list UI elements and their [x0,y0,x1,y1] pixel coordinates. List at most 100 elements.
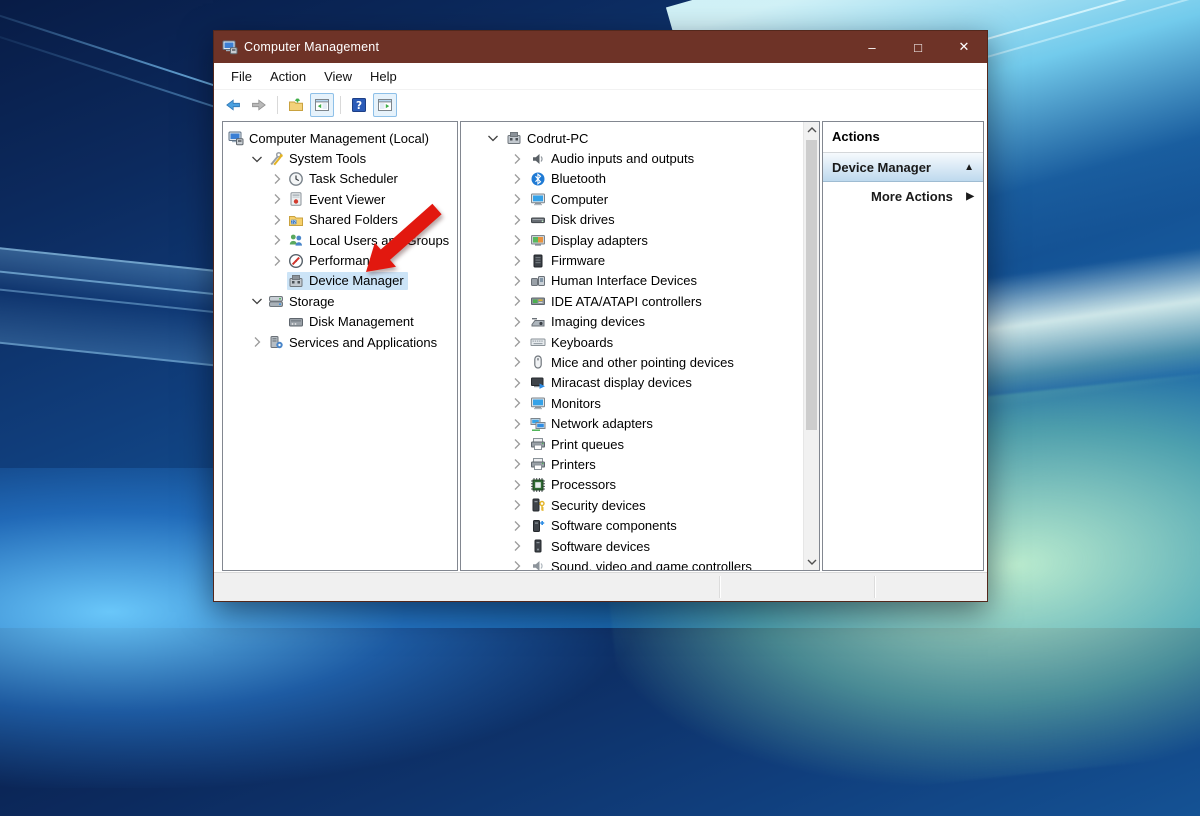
chevron-right-icon[interactable] [505,375,529,391]
chevron-right-icon[interactable] [505,191,529,207]
tree-item-print-queues[interactable]: Print queues [461,434,803,454]
chevron-right-icon[interactable] [505,477,529,493]
tree-item-keyboards[interactable]: Keyboards [461,332,803,352]
show-action-pane-button[interactable] [373,93,397,117]
minimize-button[interactable]: – [849,31,895,63]
chevron-right-icon[interactable] [505,314,529,330]
menu-action[interactable]: Action [261,69,315,84]
tree-item-miracast-display-devices[interactable]: Miracast display devices [461,373,803,393]
forward-arrow-button[interactable] [247,93,271,117]
tree-item-system-tools[interactable]: System Tools [223,148,457,168]
tree-item-sound-video-and-game-controllers[interactable]: Sound, video and game controllers [461,556,803,571]
imaging-icon [530,314,546,330]
actions-pane-title: Actions [823,122,983,153]
tree-item-device-manager[interactable]: Device Manager [223,271,457,291]
show-console-tree-button[interactable] [310,93,334,117]
chevron-right-icon[interactable] [505,538,529,554]
chevron-right-icon[interactable] [505,456,529,472]
scroll-up-button[interactable] [804,122,819,138]
tree-item-audio-inputs-and-outputs[interactable]: Audio inputs and outputs [461,148,803,168]
actions-group-device-manager[interactable]: Device Manager ▲ [823,153,983,182]
back-arrow-button[interactable] [221,93,245,117]
chevron-down-icon[interactable] [247,151,267,167]
console-workspace: Computer Management (Local)System ToolsT… [214,119,987,571]
scroll-down-icon [804,554,820,570]
keyboard-icon [530,334,546,350]
menu-view[interactable]: View [315,69,361,84]
vertical-scrollbar[interactable] [803,122,819,570]
tree-item-disk-drives[interactable]: Disk drives [461,210,803,230]
tree-item-disk-management[interactable]: Disk Management [223,312,457,332]
menu-help[interactable]: Help [361,69,406,84]
tree-item-display-adapters[interactable]: Display adapters [461,230,803,250]
chevron-right-icon[interactable] [505,558,529,571]
export-list-button[interactable] [284,93,308,117]
help-button[interactable]: ? [347,93,371,117]
chevron-right-icon[interactable] [267,191,287,207]
chevron-right-icon[interactable] [505,436,529,452]
tree-item-label: Processors [551,477,616,492]
menu-file[interactable]: File [222,69,261,84]
window-controls: – □ ✕ [849,31,987,63]
tree-item-bluetooth[interactable]: Bluetooth [461,169,803,189]
printer-icon [530,456,546,472]
tree-item-event-viewer[interactable]: Event Viewer [223,189,457,209]
chevron-right-icon[interactable] [505,171,529,187]
tree-item-monitors[interactable]: Monitors [461,393,803,413]
chevron-right-icon[interactable] [505,212,529,228]
chevron-right-icon[interactable] [267,212,287,228]
more-actions-item[interactable]: More Actions ▶ [823,182,983,210]
tree-item-label: Mice and other pointing devices [551,355,734,370]
tree-item-services-and-applications[interactable]: Services and Applications [223,332,457,352]
tree-item-software-devices[interactable]: Software devices [461,536,803,556]
tree-item-processors[interactable]: Processors [461,475,803,495]
device-list-pane: Codrut-PCAudio inputs and outputsBluetoo… [460,121,820,571]
chevron-right-icon[interactable] [267,253,287,269]
tree-item-performance[interactable]: Performance [223,250,457,270]
tree-item-software-components[interactable]: Software components [461,515,803,535]
chevron-right-icon[interactable] [505,232,529,248]
chevron-right-icon[interactable] [267,171,287,187]
tree-item-printers[interactable]: Printers [461,454,803,474]
chevron-right-icon[interactable] [505,497,529,513]
scroll-down-button[interactable] [804,554,819,570]
tree-item-security-devices[interactable]: Security devices [461,495,803,515]
chevron-right-icon[interactable] [505,151,529,167]
chevron-right-icon[interactable] [505,253,529,269]
chevron-right-icon[interactable] [267,232,287,248]
tree-item-mice-and-other-pointing-devices[interactable]: Mice and other pointing devices [461,352,803,372]
chevron-right-icon[interactable] [505,395,529,411]
expander-spacer [267,314,287,330]
chevron-right-icon[interactable] [505,416,529,432]
close-button[interactable]: ✕ [941,31,987,63]
monitor-icon [530,395,546,411]
scrollbar-thumb[interactable] [806,140,817,430]
collapse-arrow-icon[interactable]: ▲ [964,162,974,173]
tree-item-computer-management-local[interactable]: Computer Management (Local) [223,128,457,148]
tree-item-network-adapters[interactable]: Network adapters [461,413,803,433]
chevron-right-icon[interactable] [247,334,267,350]
tree-item-computer[interactable]: Computer [461,189,803,209]
chevron-right-icon[interactable] [505,518,529,534]
tree-item-label: Display adapters [551,233,648,248]
tree-item-local-users-and-groups[interactable]: Local Users and Groups [223,230,457,250]
chevron-down-icon[interactable] [247,293,267,309]
title-bar[interactable]: Computer Management – □ ✕ [214,31,987,63]
chevron-right-icon[interactable] [505,354,529,370]
chevron-right-icon[interactable] [505,334,529,350]
tree-item-task-scheduler[interactable]: Task Scheduler [223,169,457,189]
tree-item-shared-folders[interactable]: 22Shared Folders [223,210,457,230]
tree-item-label: Computer [551,192,608,207]
tree-item-label: Imaging devices [551,314,645,329]
tree-item-storage[interactable]: Storage [223,291,457,311]
tree-item-ide-ata-atapi-controllers[interactable]: IDE ATA/ATAPI controllers [461,291,803,311]
tree-item-firmware[interactable]: Firmware [461,250,803,270]
chevron-down-icon[interactable] [481,130,505,146]
maximize-button[interactable]: □ [895,31,941,63]
tree-item-imaging-devices[interactable]: Imaging devices [461,312,803,332]
chevron-right-icon[interactable] [505,293,529,309]
tree-item-label: Local Users and Groups [309,233,449,248]
tree-item-codrut-pc[interactable]: Codrut-PC [461,128,803,148]
tree-item-human-interface-devices[interactable]: Human Interface Devices [461,271,803,291]
chevron-right-icon[interactable] [505,273,529,289]
